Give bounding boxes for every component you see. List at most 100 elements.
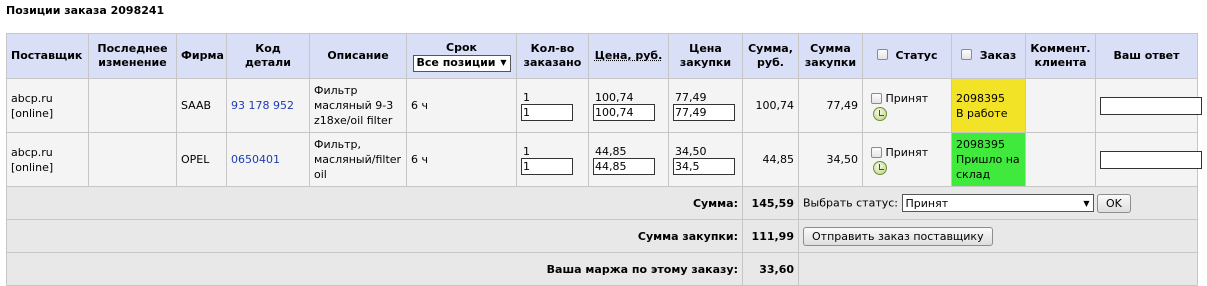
qty-cell: 1 bbox=[516, 78, 589, 133]
price-input[interactable] bbox=[593, 158, 655, 175]
header-status: Статус bbox=[862, 33, 952, 79]
price-sort-link[interactable]: Цена, руб. bbox=[595, 49, 663, 62]
status-checkbox[interactable] bbox=[871, 92, 882, 104]
price-input[interactable] bbox=[593, 104, 655, 121]
header-sum: Сумма, руб. bbox=[742, 33, 799, 79]
margin-total: 33,60 bbox=[742, 252, 799, 286]
chevron-down-icon: ▼ bbox=[1083, 198, 1090, 208]
header-qty: Кол-во заказано bbox=[516, 33, 589, 79]
sum-cell: 44,85 bbox=[742, 132, 799, 187]
header-price[interactable]: Цена, руб. bbox=[588, 33, 669, 79]
status-bulk-cell: Выбрать статус: Принят ▼ OK bbox=[798, 186, 1198, 220]
header-description: Описание bbox=[309, 33, 407, 79]
sum-label: Сумма: bbox=[6, 186, 743, 220]
term-filter-value: Все позиции bbox=[416, 56, 496, 69]
brand-cell: OPEL bbox=[176, 132, 227, 187]
history-icon[interactable] bbox=[873, 160, 887, 175]
answer-input[interactable] bbox=[1100, 96, 1202, 115]
status-select-value: Принят bbox=[905, 196, 949, 210]
order-cell: 2098395 Пришло на склад bbox=[951, 132, 1026, 187]
select-all-status-checkbox[interactable] bbox=[876, 49, 888, 60]
purchase-price-value: 34,50 bbox=[675, 145, 707, 158]
qty-value: 1 bbox=[523, 91, 530, 104]
sum-total: 145,59 bbox=[742, 186, 799, 220]
part-code-cell[interactable]: 93 178 952 bbox=[226, 78, 310, 133]
answer-cell bbox=[1095, 132, 1202, 187]
part-code-link[interactable]: 0650401 bbox=[231, 153, 280, 166]
header-purchase-sum: Сумма закупки bbox=[798, 33, 863, 79]
purchase-price-input[interactable] bbox=[673, 104, 735, 121]
qty-input[interactable] bbox=[521, 158, 573, 175]
status-cell: Принят bbox=[862, 78, 952, 133]
price-cell: 44,85 bbox=[588, 132, 669, 187]
comment-cell bbox=[1025, 132, 1096, 187]
send-to-supplier-button[interactable]: Отправить заказ поставщику bbox=[803, 226, 993, 246]
select-all-order-checkbox[interactable] bbox=[960, 49, 972, 60]
purchase-price-cell: 77,49 bbox=[668, 78, 743, 133]
header-term-label: Срок bbox=[446, 40, 477, 54]
qty-cell: 1 bbox=[516, 132, 589, 187]
brand-cell: SAAB bbox=[176, 78, 227, 133]
header-order-label: Заказ bbox=[979, 49, 1017, 62]
comment-cell bbox=[1025, 78, 1096, 133]
order-items-table: Поставщик Последнее изменение Фирма Код … bbox=[6, 33, 1202, 286]
summary-row-purchase: Сумма закупки: 111,99 Отправить заказ по… bbox=[6, 219, 1198, 253]
chevron-down-icon: ▼ bbox=[500, 58, 507, 67]
history-icon[interactable] bbox=[873, 106, 887, 121]
purchase-sum-cell: 77,49 bbox=[798, 78, 863, 133]
purchase-sum-cell: 34,50 bbox=[798, 132, 863, 187]
supplier-cell: abcp.ru [online] bbox=[6, 132, 89, 187]
summary-row-sum: Сумма: 145,59 Выбрать статус: Принят ▼ O… bbox=[6, 186, 1198, 220]
header-brand: Фирма bbox=[176, 33, 227, 79]
last-change-cell bbox=[88, 78, 177, 133]
answer-input[interactable] bbox=[1100, 150, 1202, 169]
order-status: В работе bbox=[956, 106, 1008, 120]
status-select[interactable]: Принят ▼ bbox=[901, 194, 1094, 212]
answer-cell bbox=[1095, 78, 1202, 133]
page-title: Позиции заказа 2098241 bbox=[6, 4, 165, 17]
price-value: 100,74 bbox=[595, 91, 634, 104]
sum-cell: 100,74 bbox=[742, 78, 799, 133]
table-header-row: Поставщик Последнее изменение Фирма Код … bbox=[6, 33, 1198, 79]
purchase-price-value: 77,49 bbox=[675, 91, 707, 104]
header-status-label: Статус bbox=[895, 49, 938, 62]
send-cell: Отправить заказ поставщику bbox=[798, 219, 1198, 253]
purchase-price-cell: 34,50 bbox=[668, 132, 743, 187]
term-filter-select[interactable]: Все позиции ▼ bbox=[412, 54, 511, 72]
price-cell: 100,74 bbox=[588, 78, 669, 133]
header-part-code: Код детали bbox=[226, 33, 310, 79]
term-cell: 6 ч bbox=[406, 132, 517, 187]
last-change-cell bbox=[88, 132, 177, 187]
status-label: Принят bbox=[885, 91, 929, 105]
header-purchase-price: Цена закупки bbox=[668, 33, 743, 79]
purchase-sum-total: 111,99 bbox=[742, 219, 799, 253]
status-label: Принят bbox=[885, 145, 929, 159]
purchase-sum-label: Сумма закупки: bbox=[6, 219, 743, 253]
purchase-price-input[interactable] bbox=[673, 158, 735, 175]
description-cell: Фильтр, масляный/filter oil bbox=[309, 132, 407, 187]
part-code-cell[interactable]: 0650401 bbox=[226, 132, 310, 187]
header-answer: Ваш ответ bbox=[1095, 33, 1198, 79]
header-comment: Коммент. клиента bbox=[1025, 33, 1096, 79]
order-cell: 2098395 В работе bbox=[951, 78, 1026, 133]
price-value: 44,85 bbox=[595, 145, 627, 158]
qty-input[interactable] bbox=[521, 104, 573, 121]
header-supplier: Поставщик bbox=[6, 33, 89, 79]
header-order: Заказ bbox=[951, 33, 1026, 79]
part-code-link[interactable]: 93 178 952 bbox=[231, 99, 294, 112]
supplier-cell: abcp.ru [online] bbox=[6, 78, 89, 133]
header-last-change: Последнее изменение bbox=[88, 33, 177, 79]
table-row: abcp.ru [online] SAAB 93 178 952 Фильтр … bbox=[6, 78, 1202, 133]
summary-row-margin: Ваша маржа по этому заказу: 33,60 bbox=[6, 252, 1198, 286]
margin-empty-cell bbox=[798, 252, 1198, 286]
margin-label: Ваша маржа по этому заказу: bbox=[6, 252, 743, 286]
qty-value: 1 bbox=[523, 145, 530, 158]
order-number: 2098395 bbox=[956, 91, 1005, 105]
status-cell: Принят bbox=[862, 132, 952, 187]
status-checkbox[interactable] bbox=[871, 146, 882, 158]
order-status: Пришло на склад bbox=[956, 153, 1020, 181]
term-cell: 6 ч bbox=[406, 78, 517, 133]
choose-status-label: Выбрать статус: bbox=[803, 196, 898, 209]
ok-button[interactable]: OK bbox=[1097, 193, 1131, 213]
order-number: 2098395 bbox=[956, 138, 1005, 151]
